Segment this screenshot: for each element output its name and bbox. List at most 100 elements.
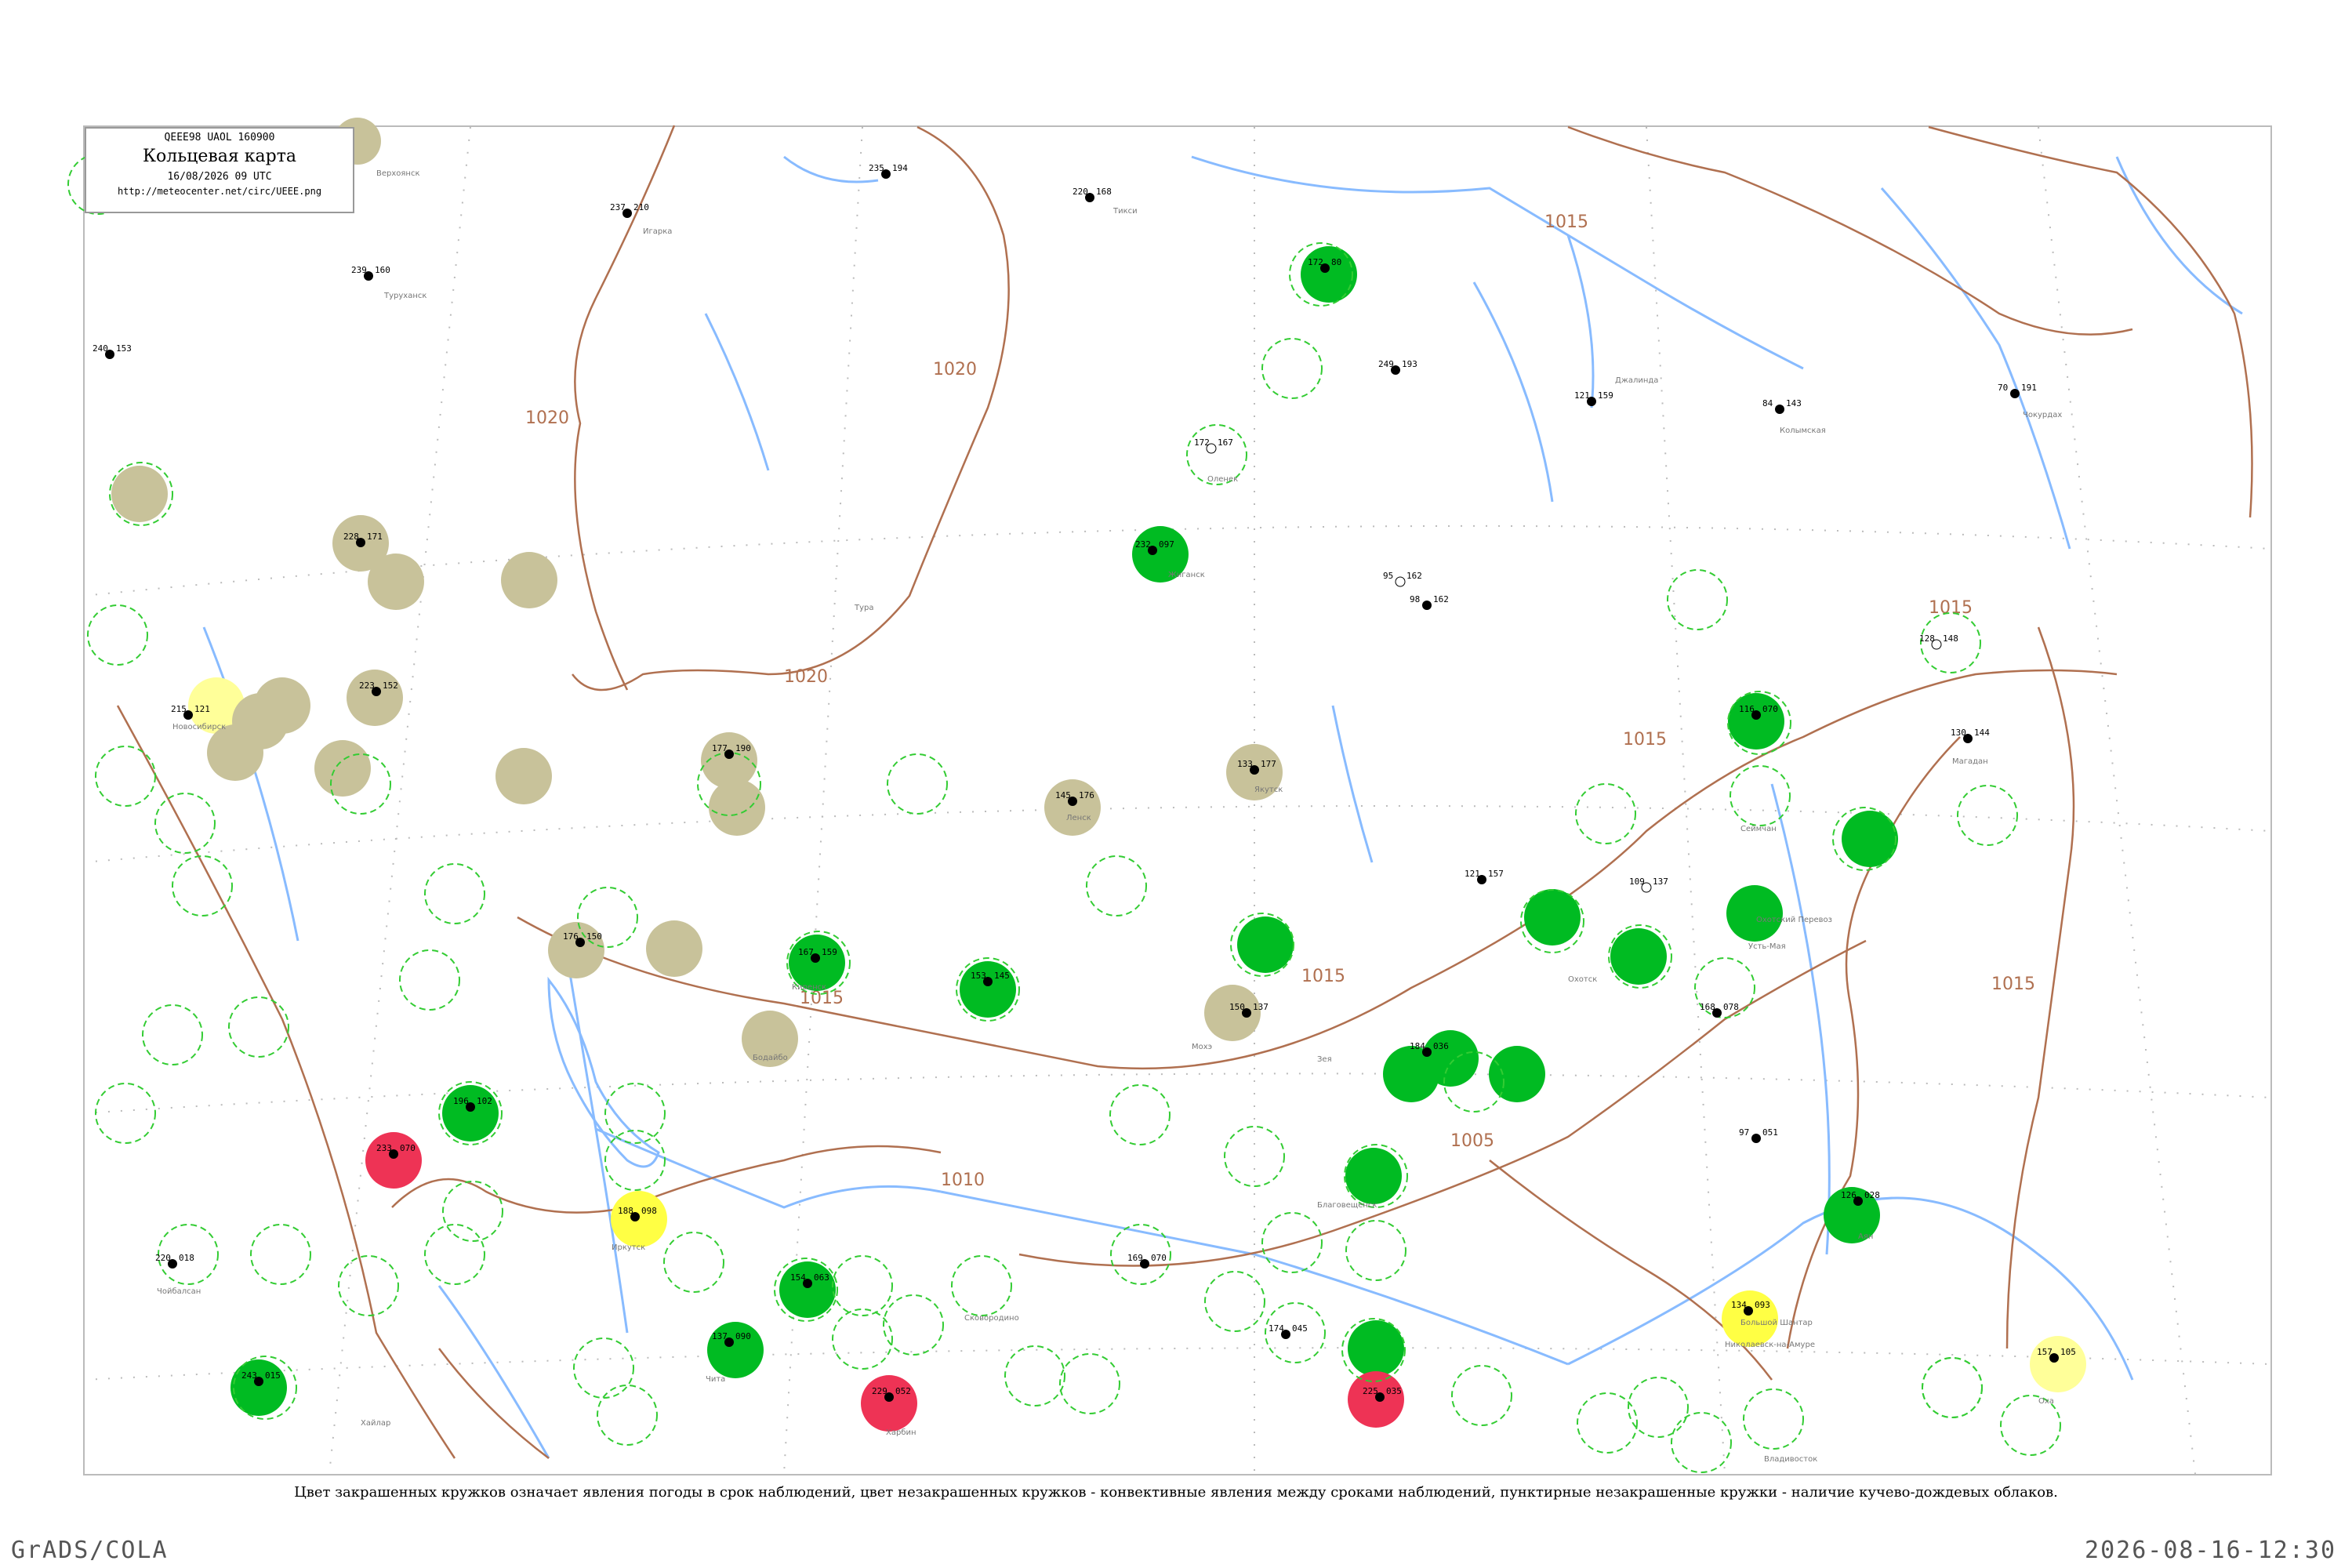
map-url[interactable]: http://meteocenter.net/circ/UEEE.png — [86, 186, 353, 197]
marker-green — [779, 1261, 836, 1318]
svg-text:232: 232 — [1135, 539, 1151, 550]
station-name: Колымская — [1780, 426, 1826, 435]
svg-text:093: 093 — [1755, 1300, 1770, 1310]
station-name: Харбин — [886, 1428, 916, 1437]
svg-text:95: 95 — [1383, 571, 1393, 581]
station-name: Николаевск-на-Амуре — [1725, 1341, 1815, 1349]
svg-text:229: 229 — [872, 1386, 887, 1396]
isobar-label: 1020 — [933, 360, 977, 379]
svg-text:143: 143 — [1786, 398, 1802, 408]
svg-text:137: 137 — [712, 1331, 728, 1341]
map-caption: Цвет закрашенных кружков означает явлени… — [294, 1484, 2058, 1501]
lake-baikal — [547, 976, 660, 1168]
svg-text:177: 177 — [1261, 759, 1276, 769]
bulletin-code: QEEE98 UAOL 160900 — [164, 132, 275, 143]
station-names: Верхоянск Тикси Чокурдах Джалинда Оленек… — [157, 169, 2062, 1464]
svg-text:126: 126 — [1841, 1190, 1857, 1200]
svg-text:188: 188 — [618, 1206, 633, 1216]
svg-text:233: 233 — [376, 1143, 392, 1153]
footer-credit: GrADS/COLA — [11, 1537, 169, 1564]
marker-olive — [495, 748, 552, 804]
svg-text:174: 174 — [1269, 1323, 1284, 1334]
svg-text:84: 84 — [1762, 398, 1773, 408]
svg-text:220: 220 — [1073, 187, 1088, 197]
svg-text:157: 157 — [1488, 869, 1504, 879]
marker-green — [1301, 246, 1357, 303]
svg-text:028: 028 — [1864, 1190, 1880, 1200]
station-name: Туруханск — [383, 292, 426, 300]
marker-olive — [368, 554, 424, 610]
svg-text:116: 116 — [1739, 704, 1755, 714]
station-name: Магадан — [1952, 757, 1988, 766]
svg-text:97: 97 — [1739, 1127, 1749, 1138]
svg-text:159: 159 — [1598, 390, 1613, 401]
svg-text:172: 172 — [1194, 437, 1210, 448]
svg-text:228: 228 — [343, 532, 359, 542]
svg-text:70: 70 — [1998, 383, 2008, 393]
svg-text:051: 051 — [1762, 1127, 1778, 1138]
svg-text:194: 194 — [892, 163, 908, 173]
station-name: Чокурдах — [2023, 411, 2062, 419]
station-name: Хайлар — [361, 1419, 390, 1428]
svg-text:196: 196 — [453, 1096, 469, 1106]
marker-green — [1728, 693, 1784, 750]
svg-text:121: 121 — [1465, 869, 1480, 879]
svg-text:018: 018 — [179, 1253, 194, 1263]
svg-text:098: 098 — [641, 1206, 657, 1216]
svg-text:052: 052 — [895, 1386, 911, 1396]
station-name: Тура — [854, 604, 874, 612]
marker-green — [1237, 916, 1294, 973]
svg-text:153: 153 — [116, 343, 132, 354]
svg-text:171: 171 — [367, 532, 383, 542]
svg-text:169: 169 — [1127, 1253, 1143, 1263]
svg-text:154: 154 — [790, 1272, 806, 1283]
svg-text:045: 045 — [1292, 1323, 1308, 1334]
station-name: Зея — [1317, 1055, 1332, 1064]
marker-green — [960, 961, 1016, 1018]
svg-text:148: 148 — [1943, 633, 1958, 644]
svg-text:167: 167 — [798, 947, 814, 957]
marker-olive — [709, 779, 765, 836]
svg-text:109: 109 — [1629, 877, 1645, 887]
svg-text:133: 133 — [1237, 759, 1253, 769]
station-name: Чита — [706, 1375, 725, 1384]
map-date: 16/08/2026 09 UTC — [167, 171, 272, 183]
svg-text:035: 035 — [1386, 1386, 1402, 1396]
marker-red — [365, 1132, 422, 1189]
svg-text:145: 145 — [1055, 790, 1071, 800]
station-name: Оха — [2038, 1397, 2054, 1406]
svg-text:191: 191 — [2021, 383, 2037, 393]
marker-green — [1489, 1046, 1545, 1102]
station-name: Сеймчан — [1740, 825, 1777, 833]
svg-text:237: 237 — [610, 202, 626, 212]
station-name: Новосибирск — [172, 723, 226, 731]
marker-olive — [1044, 779, 1101, 836]
svg-text:225: 225 — [1363, 1386, 1378, 1396]
svg-text:240: 240 — [93, 343, 108, 354]
svg-text:130: 130 — [1951, 728, 1966, 738]
svg-text:015: 015 — [265, 1370, 281, 1381]
svg-text:152: 152 — [383, 681, 398, 691]
svg-text:070: 070 — [1762, 704, 1778, 714]
svg-text:239: 239 — [351, 265, 367, 275]
isobars — [116, 125, 2253, 1459]
isobar-label: 1005 — [1450, 1131, 1494, 1151]
marker-olive — [254, 677, 310, 734]
station-name: Охотск — [1568, 975, 1597, 984]
svg-text:80: 80 — [1331, 257, 1341, 267]
svg-text:063: 063 — [814, 1272, 829, 1283]
station-name: Сковородино — [964, 1314, 1019, 1323]
svg-text:172: 172 — [1308, 257, 1323, 267]
marker-green — [1348, 1320, 1404, 1377]
svg-text:070: 070 — [400, 1143, 416, 1153]
isobar-label: 1020 — [525, 408, 569, 428]
station-name: Тикси — [1112, 207, 1138, 216]
svg-text:070: 070 — [1151, 1253, 1167, 1263]
station-name: Бодайбо — [753, 1054, 788, 1062]
svg-text:150: 150 — [1229, 1002, 1245, 1012]
station-name: Аян — [1858, 1232, 1873, 1241]
svg-text:243: 243 — [241, 1370, 257, 1381]
marker-green — [707, 1322, 764, 1378]
svg-text:162: 162 — [1433, 594, 1449, 604]
svg-text:097: 097 — [1159, 539, 1174, 550]
